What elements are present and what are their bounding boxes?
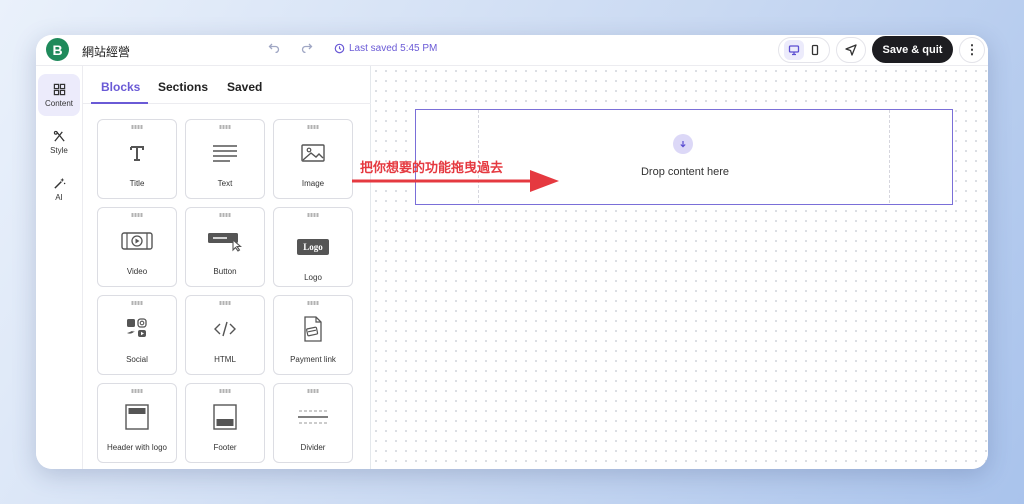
drag-handle-icon[interactable] xyxy=(131,301,143,305)
tab-saved[interactable]: Saved xyxy=(227,80,262,94)
block-footer[interactable]: Footer xyxy=(185,383,265,463)
block-button[interactable]: Button xyxy=(185,207,265,287)
drag-handle-icon[interactable] xyxy=(219,125,231,129)
magic-wand-icon xyxy=(53,177,65,189)
blocks-panel: Blocks Sections Saved Title Text Image V… xyxy=(83,66,371,469)
title-icon xyxy=(130,146,144,161)
site-name: 網站經營 xyxy=(82,45,131,59)
block-video[interactable]: Video xyxy=(97,207,177,287)
block-logo[interactable]: Logo Logo xyxy=(273,207,353,287)
save-status: Last saved 5:45 PM xyxy=(334,43,437,54)
social-icons xyxy=(127,318,147,337)
logo-icon: Logo xyxy=(297,239,329,255)
send-icon xyxy=(845,44,857,56)
drag-handle-icon[interactable] xyxy=(219,213,231,217)
rail-item-content[interactable]: Content xyxy=(38,74,80,116)
send-test-button[interactable] xyxy=(836,37,866,63)
editor-window: B 網站經營 Last saved 5:45 PM Save & quit ⋮ xyxy=(36,35,988,469)
block-label: Logo xyxy=(304,273,322,282)
block-divider[interactable]: Divider xyxy=(273,383,353,463)
panel-tabs: Blocks Sections Saved xyxy=(83,66,371,104)
tab-sections[interactable]: Sections xyxy=(158,80,208,94)
code-icon xyxy=(214,321,236,337)
block-label: Payment link xyxy=(290,355,336,364)
more-options-button[interactable]: ⋮ xyxy=(959,37,985,63)
editor-canvas[interactable]: Drop content here xyxy=(371,66,988,469)
drag-handle-icon[interactable] xyxy=(131,125,143,129)
block-text[interactable]: Text xyxy=(185,119,265,199)
block-header-with-logo[interactable]: Header with logo xyxy=(97,383,177,463)
redo-icon[interactable] xyxy=(301,41,313,56)
mobile-icon xyxy=(811,44,818,56)
block-label: Title xyxy=(129,179,145,188)
arrow-down-icon xyxy=(673,134,693,154)
drag-handle-icon[interactable] xyxy=(307,301,319,305)
top-bar: B 網站經營 Last saved 5:45 PM Save & quit ⋮ xyxy=(36,35,988,66)
block-payment-link[interactable]: Payment link xyxy=(273,295,353,375)
payment-link-icon xyxy=(304,316,322,342)
block-label: Header with logo xyxy=(106,443,168,452)
divider-icon xyxy=(298,410,328,424)
device-toggle xyxy=(778,37,830,63)
rail-label-content: Content xyxy=(44,98,74,108)
image-icon xyxy=(301,144,325,162)
rail-label-style: Style xyxy=(50,145,68,155)
block-label: Social xyxy=(126,355,148,364)
block-label: Video xyxy=(126,267,148,276)
block-html[interactable]: HTML xyxy=(185,295,265,375)
last-saved-text: Last saved 5:45 PM xyxy=(349,43,438,54)
drag-handle-icon[interactable] xyxy=(131,213,143,217)
desktop-icon xyxy=(788,45,799,56)
block-label: Text xyxy=(217,179,233,188)
block-label: Divider xyxy=(300,443,326,452)
block-label: HTML xyxy=(214,355,236,364)
desktop-view-button[interactable] xyxy=(783,40,804,60)
rail-item-style[interactable]: Style xyxy=(38,121,80,163)
save-quit-button[interactable]: Save & quit xyxy=(872,36,953,63)
active-tab-indicator xyxy=(91,102,148,104)
tab-blocks[interactable]: Blocks xyxy=(101,80,140,94)
brand-logo[interactable]: B xyxy=(46,38,69,61)
history-icon xyxy=(334,43,345,54)
drag-handle-icon[interactable] xyxy=(307,389,319,393)
block-social[interactable]: Social xyxy=(97,295,177,375)
footer-layout-icon xyxy=(213,404,237,430)
block-label: Footer xyxy=(213,443,237,452)
drag-handle-icon[interactable] xyxy=(219,301,231,305)
drag-handle-icon[interactable] xyxy=(307,213,319,217)
header-layout-icon xyxy=(125,404,149,430)
block-image[interactable]: Image xyxy=(273,119,353,199)
rail-label-ai: AI xyxy=(55,192,63,202)
block-label: Button xyxy=(213,267,237,276)
undo-icon[interactable] xyxy=(268,41,280,56)
block-title[interactable]: Title xyxy=(97,119,177,199)
pen-tools-icon xyxy=(53,130,65,142)
left-rail: Content Style AI xyxy=(36,66,83,469)
drag-arrow-icon xyxy=(352,170,559,192)
mobile-view-button[interactable] xyxy=(805,40,825,60)
block-label: Image xyxy=(301,179,325,188)
drag-handle-icon[interactable] xyxy=(219,389,231,393)
button-cursor-icon xyxy=(208,233,242,252)
drag-handle-icon[interactable] xyxy=(131,389,143,393)
grid-icon xyxy=(53,83,65,95)
rail-item-ai[interactable]: AI xyxy=(38,168,80,210)
text-lines-icon xyxy=(213,145,237,162)
video-icon xyxy=(121,232,153,250)
drag-handle-icon[interactable] xyxy=(307,125,319,129)
